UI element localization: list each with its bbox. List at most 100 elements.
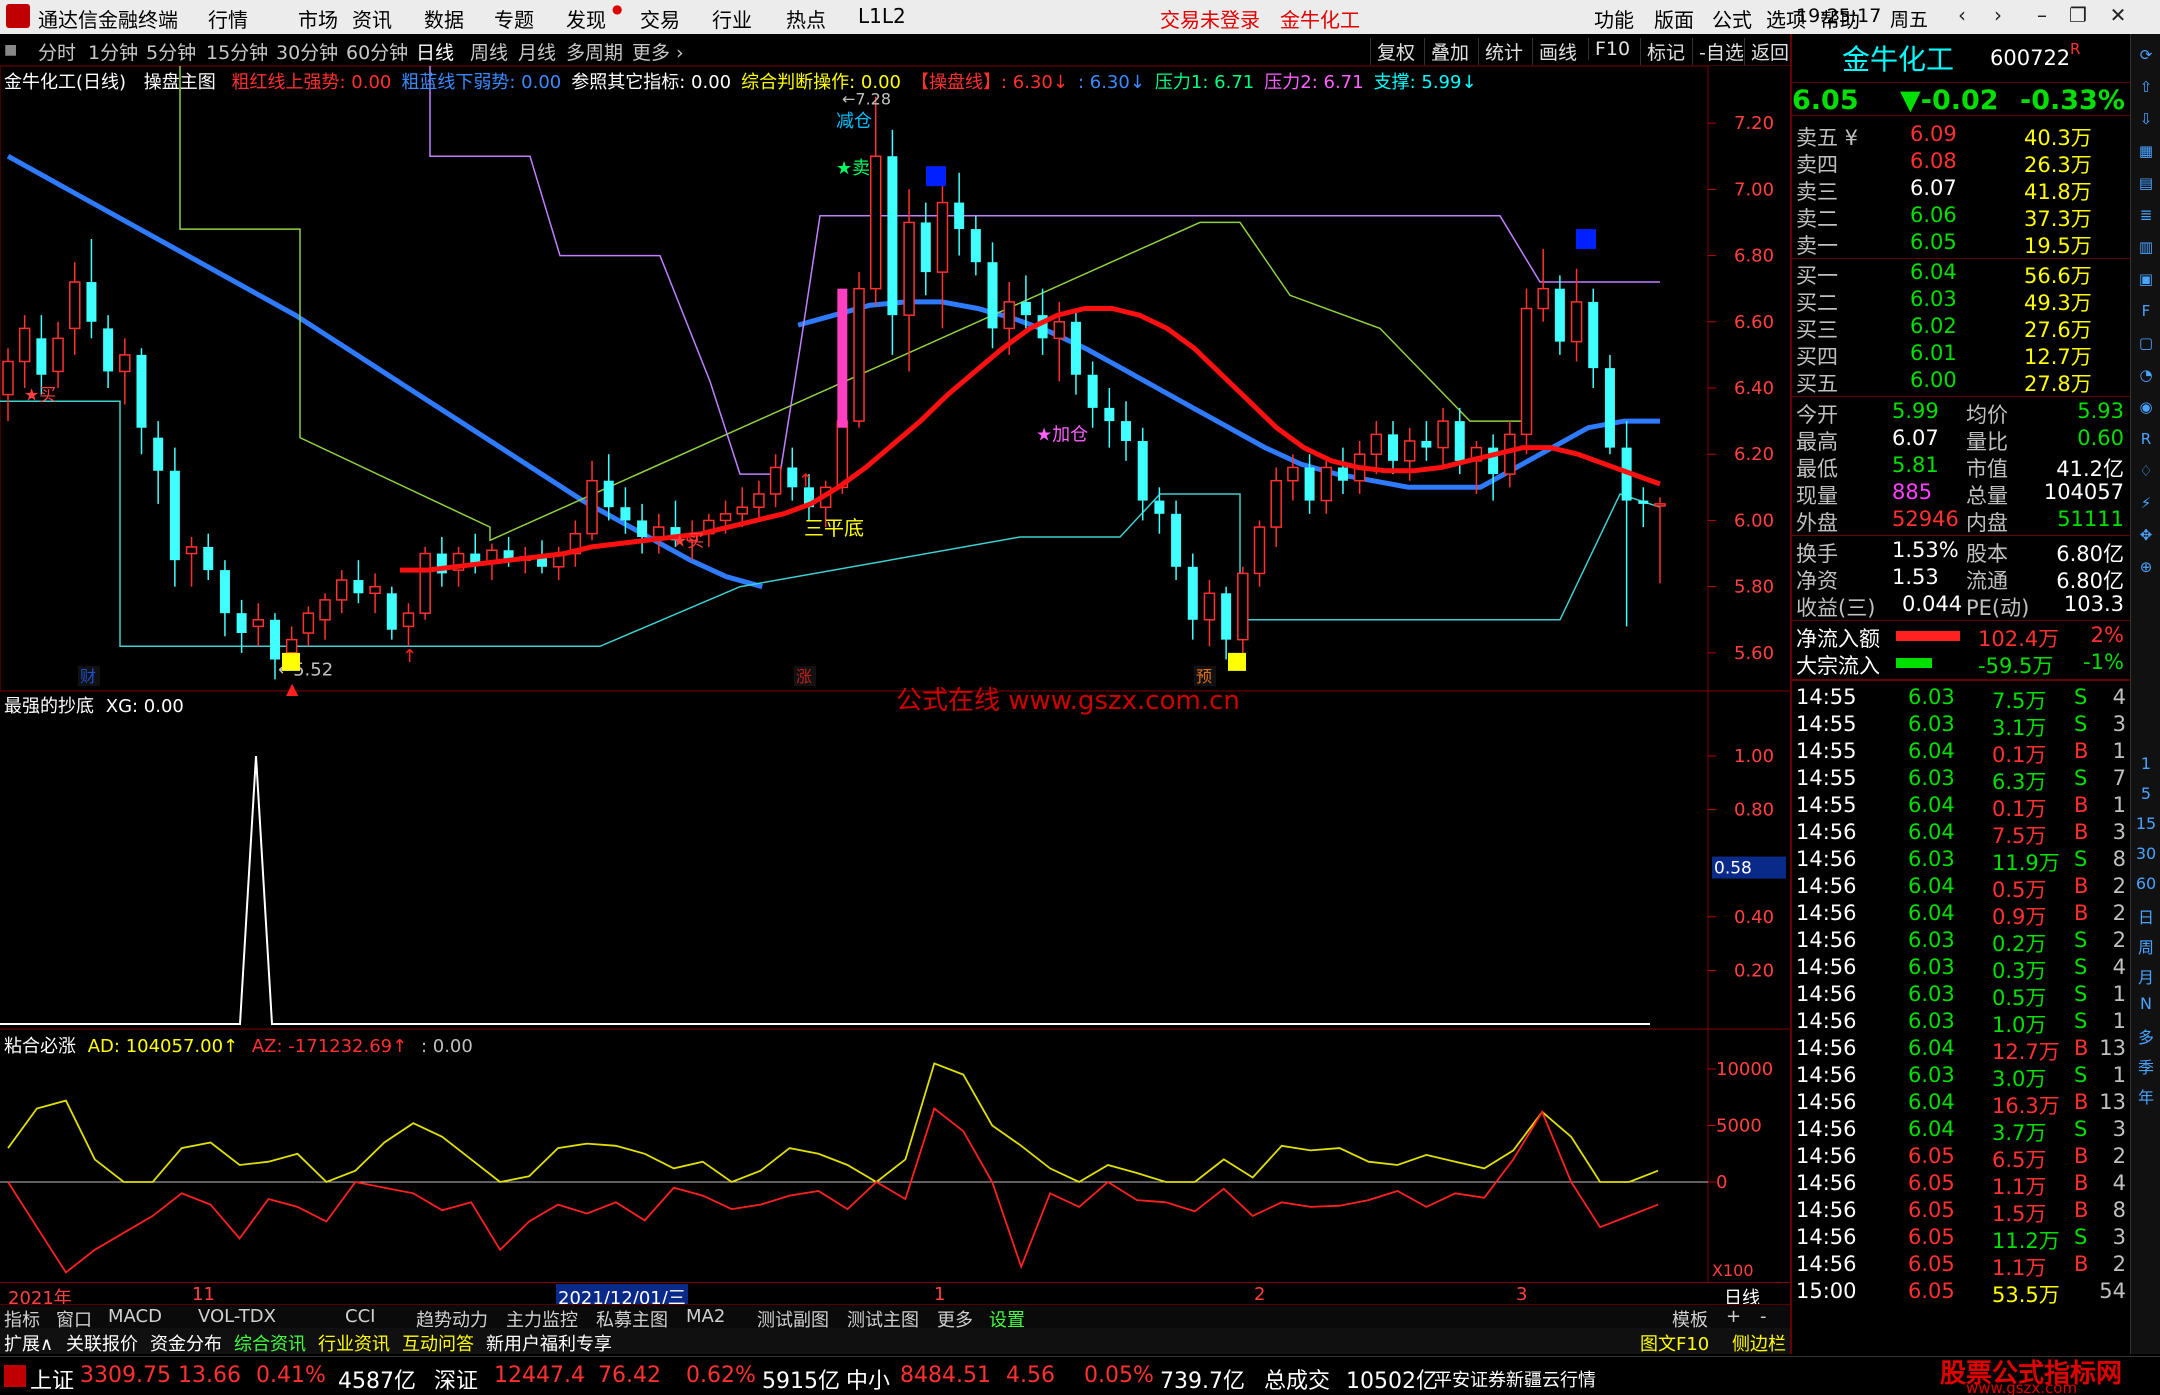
- down-icon[interactable]: ⇩: [2134, 110, 2158, 134]
- bell-icon[interactable]: ♢: [2134, 462, 2158, 486]
- side-period-button[interactable]: 月: [2134, 964, 2158, 988]
- pane2-title[interactable]: 最强的抄底: [4, 696, 94, 717]
- rsi-icon[interactable]: R: [2134, 430, 2158, 454]
- bolt-icon[interactable]: ⚡: [2134, 494, 2158, 518]
- period-tab[interactable]: 分时: [38, 38, 76, 65]
- indicator-tab[interactable]: VOL-TDX: [198, 1306, 276, 1327]
- indicator-tab[interactable]: CCI: [345, 1306, 375, 1327]
- period-tab[interactable]: 1分钟: [88, 38, 138, 65]
- menu-item[interactable]: 数据: [424, 4, 464, 33]
- eye-icon[interactable]: ◉: [2134, 398, 2158, 422]
- ask-row[interactable]: 卖五 ¥ 6.09 40.3万: [1792, 122, 2130, 150]
- tab-control[interactable]: +: [1726, 1306, 1741, 1327]
- extension-tab[interactable]: 综合资讯: [234, 1330, 306, 1356]
- side-period-button[interactable]: 年: [2134, 1084, 2158, 1108]
- menu-item[interactable]: 发现: [566, 4, 606, 33]
- status-item[interactable]: 深证: [434, 1363, 478, 1395]
- side-period-button[interactable]: 多: [2134, 1024, 2158, 1048]
- minimize-icon[interactable]: –: [2028, 3, 2056, 29]
- bid-row[interactable]: 买五 6.00 27.8万: [1792, 368, 2130, 396]
- bid-row[interactable]: 买四 6.01 12.7万: [1792, 341, 2130, 369]
- side-period-button[interactable]: 60: [2134, 874, 2158, 898]
- period-tab[interactable]: 30分钟: [276, 38, 338, 65]
- period-tab[interactable]: 多周期: [566, 38, 623, 65]
- status-item[interactable]: 中小: [846, 1363, 890, 1395]
- side-period-button[interactable]: 日: [2134, 904, 2158, 928]
- extension-tab[interactable]: 互动问答: [402, 1330, 474, 1356]
- pie-icon[interactable]: ◔: [2134, 366, 2158, 390]
- pane3-title[interactable]: 粘合必涨: [4, 1036, 76, 1057]
- tool-button[interactable]: 叠加: [1424, 38, 1469, 65]
- menu-item[interactable]: 资讯: [352, 4, 392, 33]
- bid-row[interactable]: 买二 6.03 49.3万: [1792, 287, 2130, 315]
- flow-row[interactable]: 净流入额 102.4万 2%: [1792, 623, 2130, 651]
- side-period-button[interactable]: 5: [2134, 784, 2158, 808]
- collapse-icon[interactable]: ■: [4, 42, 17, 58]
- side-period-button[interactable]: 30: [2134, 844, 2158, 868]
- grid-icon[interactable]: ▦: [2134, 142, 2158, 166]
- menu-item[interactable]: L1L2: [858, 4, 906, 28]
- menu-item[interactable]: 行情: [208, 4, 248, 33]
- tool-button[interactable]: 统计: [1478, 38, 1523, 65]
- extension-tab[interactable]: 新用户福利专享: [486, 1330, 612, 1356]
- menu-item[interactable]: 公式: [1712, 4, 1752, 33]
- menu-item[interactable]: 行业: [712, 4, 752, 33]
- side-period-button[interactable]: N: [2134, 994, 2158, 1018]
- tag-icon[interactable]: ▢: [2134, 334, 2158, 358]
- extension-tab[interactable]: 关联报价: [66, 1330, 138, 1356]
- menu-item[interactable]: 热点: [786, 4, 826, 33]
- extension-right-tab[interactable]: 图文F10: [1640, 1330, 1709, 1356]
- chart-area[interactable]: 7.207.006.806.606.406.206.005.805.60←7.2…: [0, 66, 1790, 1282]
- close-icon[interactable]: ✕: [2104, 3, 2132, 29]
- extension-tab[interactable]: 扩展∧: [4, 1330, 53, 1356]
- bid-row[interactable]: 买三 6.02 27.6万: [1792, 314, 2130, 342]
- tool-button[interactable]: F10: [1588, 38, 1630, 60]
- login-status[interactable]: 交易未登录: [1160, 4, 1260, 33]
- period-tab[interactable]: 更多 ›: [632, 38, 684, 65]
- menu-item[interactable]: 专题: [494, 4, 534, 33]
- restore-icon[interactable]: ❐: [2064, 3, 2092, 29]
- period-tab[interactable]: 日线: [416, 38, 454, 65]
- refresh-icon[interactable]: ⟳: [2134, 46, 2158, 70]
- menu-item[interactable]: 功能: [1594, 4, 1634, 33]
- ask-row[interactable]: 卖四 6.08 26.3万: [1792, 149, 2130, 177]
- chart-icon[interactable]: ▤: [2134, 174, 2158, 198]
- doc-icon[interactable]: ▥: [2134, 238, 2158, 262]
- indicator-tab[interactable]: MACD: [108, 1306, 162, 1327]
- zoom-icon[interactable]: ⊕: [2134, 558, 2158, 582]
- side-period-button[interactable]: 15: [2134, 814, 2158, 838]
- tool-button[interactable]: 标记: [1640, 38, 1685, 65]
- side-period-button[interactable]: 季: [2134, 1054, 2158, 1078]
- period-tab[interactable]: 5分钟: [146, 38, 196, 65]
- bid-row[interactable]: 买一 6.04 56.6万: [1792, 260, 2130, 288]
- flow-row[interactable]: 大宗流入 -59.5万 -1%: [1792, 650, 2130, 678]
- menu-item[interactable]: 市场: [298, 4, 338, 33]
- period-tab[interactable]: 15分钟: [206, 38, 268, 65]
- tool-button[interactable]: 复权: [1370, 38, 1415, 65]
- indicator-tab[interactable]: MA2: [686, 1306, 725, 1327]
- side-period-button[interactable]: 周: [2134, 934, 2158, 958]
- status-item[interactable]: 上证: [30, 1363, 74, 1395]
- menu-item[interactable]: 版面: [1654, 4, 1694, 33]
- back-icon[interactable]: ‹: [1948, 3, 1976, 29]
- move-icon[interactable]: ✥: [2134, 526, 2158, 550]
- forward-icon[interactable]: ›: [1984, 3, 2012, 29]
- extension-tab[interactable]: 行业资讯: [318, 1330, 390, 1356]
- tab-control[interactable]: -: [1760, 1306, 1767, 1327]
- tool-button[interactable]: -自选: [1692, 38, 1744, 65]
- list-icon[interactable]: ≣: [2134, 206, 2158, 230]
- tool-button[interactable]: 画线: [1532, 38, 1577, 65]
- tool-button[interactable]: 返回: [1744, 38, 1789, 65]
- cal-icon[interactable]: ▣: [2134, 270, 2158, 294]
- up-icon[interactable]: ⇧: [2134, 78, 2158, 102]
- period-tab[interactable]: 月线: [518, 38, 556, 65]
- ask-row[interactable]: 卖一 6.05 19.5万: [1792, 230, 2130, 258]
- fi-icon[interactable]: F: [2134, 302, 2158, 326]
- indicator-name[interactable]: 操盘主图: [144, 72, 216, 93]
- ask-row[interactable]: 卖二 6.06 37.3万: [1792, 203, 2130, 231]
- side-period-button[interactable]: 1: [2134, 754, 2158, 778]
- ask-row[interactable]: 卖三 6.07 41.8万: [1792, 176, 2130, 204]
- period-tab[interactable]: 60分钟: [346, 38, 408, 65]
- period-tab[interactable]: 周线: [470, 38, 508, 65]
- extension-tab[interactable]: 资金分布: [150, 1330, 222, 1356]
